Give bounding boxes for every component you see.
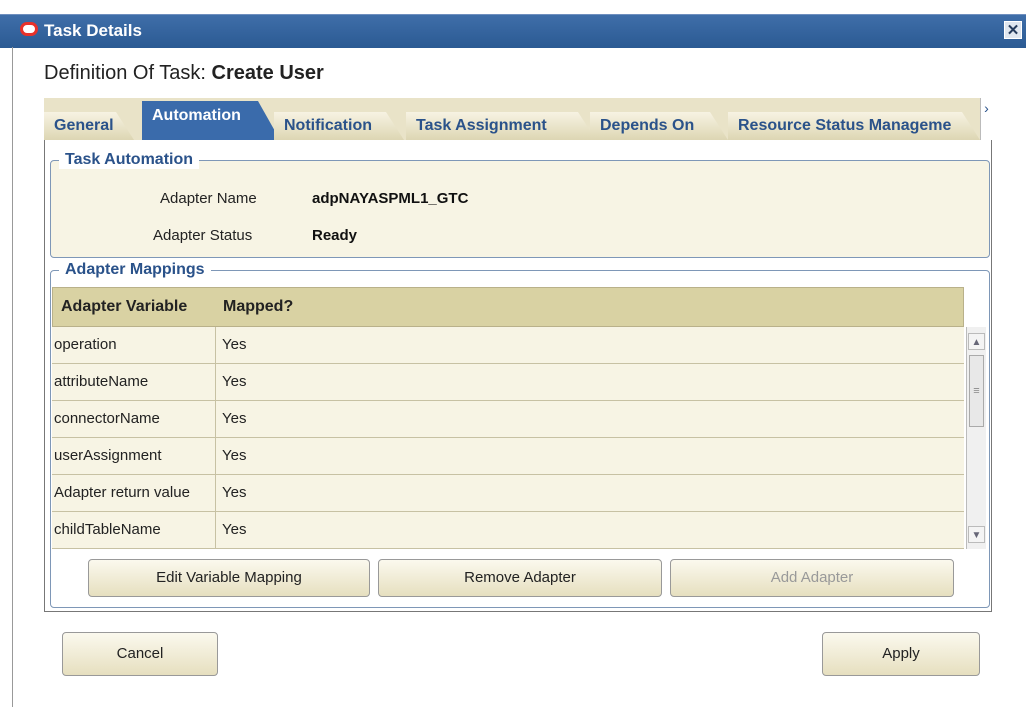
tab-label: Notification	[284, 117, 372, 134]
scroll-down-icon[interactable]: ▼	[968, 526, 985, 543]
task-details-dialog: Task Details ✕ Definition Of Task: Creat…	[0, 0, 1026, 707]
cell-adapter-variable: attributeName	[52, 364, 216, 400]
scroll-up-icon[interactable]: ▲	[968, 333, 985, 350]
adapter-mappings-group-label: Adapter Mappings	[59, 261, 211, 279]
tab-depends-on[interactable]: Depends On	[590, 112, 728, 140]
tab-scroll-right-icon[interactable]: ›	[980, 98, 992, 140]
remove-adapter-button[interactable]: Remove Adapter	[378, 559, 662, 597]
adapter-status-value: Ready	[312, 227, 358, 244]
table-row[interactable]: connectorName Yes	[52, 401, 964, 438]
close-icon[interactable]: ✕	[1004, 21, 1022, 39]
tab-label: Resource Status Manageme	[738, 117, 952, 134]
column-header-adapter-variable[interactable]: Adapter Variable	[61, 298, 187, 316]
tab-general[interactable]: General	[44, 112, 134, 140]
table-row[interactable]: operation Yes	[52, 327, 964, 364]
task-name: Create User	[211, 62, 324, 84]
tab-strip: General Automation Notification Task Ass…	[44, 98, 992, 142]
table-row[interactable]: userAssignment Yes	[52, 438, 964, 475]
cell-mapped: Yes	[222, 521, 247, 538]
tab-automation[interactable]: Automation	[142, 101, 280, 140]
cell-adapter-variable: userAssignment	[52, 438, 216, 474]
cell-adapter-variable: connectorName	[52, 401, 216, 437]
tab-label: Task Assignment	[416, 117, 547, 134]
window-left-border	[12, 47, 13, 707]
cell-adapter-variable: Adapter return value	[52, 475, 216, 511]
table-row[interactable]: attributeName Yes	[52, 364, 964, 401]
definition-label: Definition Of Task:	[44, 62, 206, 84]
oracle-logo-icon	[20, 22, 38, 36]
add-adapter-button: Add Adapter	[670, 559, 954, 597]
tab-task-assignment[interactable]: Task Assignment	[406, 112, 596, 140]
table-vertical-scrollbar[interactable]: ▲ ≡ ▼	[966, 327, 986, 549]
window-title: Task Details	[44, 21, 142, 40]
tab-label: Depends On	[600, 117, 695, 134]
mappings-table-header: Adapter Variable Mapped?	[52, 287, 964, 327]
mappings-table-body: operation Yes attributeName Yes connecto…	[52, 327, 964, 549]
adapter-name-value: adpNAYASPML1_GTC	[312, 190, 469, 207]
title-bar[interactable]: Task Details ✕	[0, 14, 1026, 48]
apply-button[interactable]: Apply	[822, 632, 980, 676]
cell-mapped: Yes	[222, 447, 247, 464]
cell-mapped: Yes	[222, 484, 247, 501]
task-automation-group-label: Task Automation	[59, 151, 200, 169]
task-definition-heading: Definition Of Task: Create User	[44, 62, 324, 85]
table-row[interactable]: Adapter return value Yes	[52, 475, 964, 512]
adapter-status-label: Adapter Status	[153, 227, 253, 244]
cell-adapter-variable: childTableName	[52, 512, 216, 548]
cell-mapped: Yes	[222, 336, 247, 353]
scroll-thumb[interactable]: ≡	[969, 355, 984, 427]
tab-resource-status-management[interactable]: Resource Status Manageme	[728, 112, 980, 140]
edit-variable-mapping-button[interactable]: Edit Variable Mapping	[88, 559, 370, 597]
tab-notification[interactable]: Notification	[274, 112, 404, 140]
adapter-name-label: Adapter Name	[160, 190, 257, 207]
tab-label: Automation	[152, 107, 241, 124]
tab-label: General	[54, 117, 114, 134]
table-row[interactable]: childTableName Yes	[52, 512, 964, 549]
cell-adapter-variable: operation	[52, 327, 216, 363]
cell-mapped: Yes	[222, 410, 247, 427]
column-header-mapped[interactable]: Mapped?	[223, 298, 293, 316]
cancel-button[interactable]: Cancel	[62, 632, 218, 676]
cell-mapped: Yes	[222, 373, 247, 390]
